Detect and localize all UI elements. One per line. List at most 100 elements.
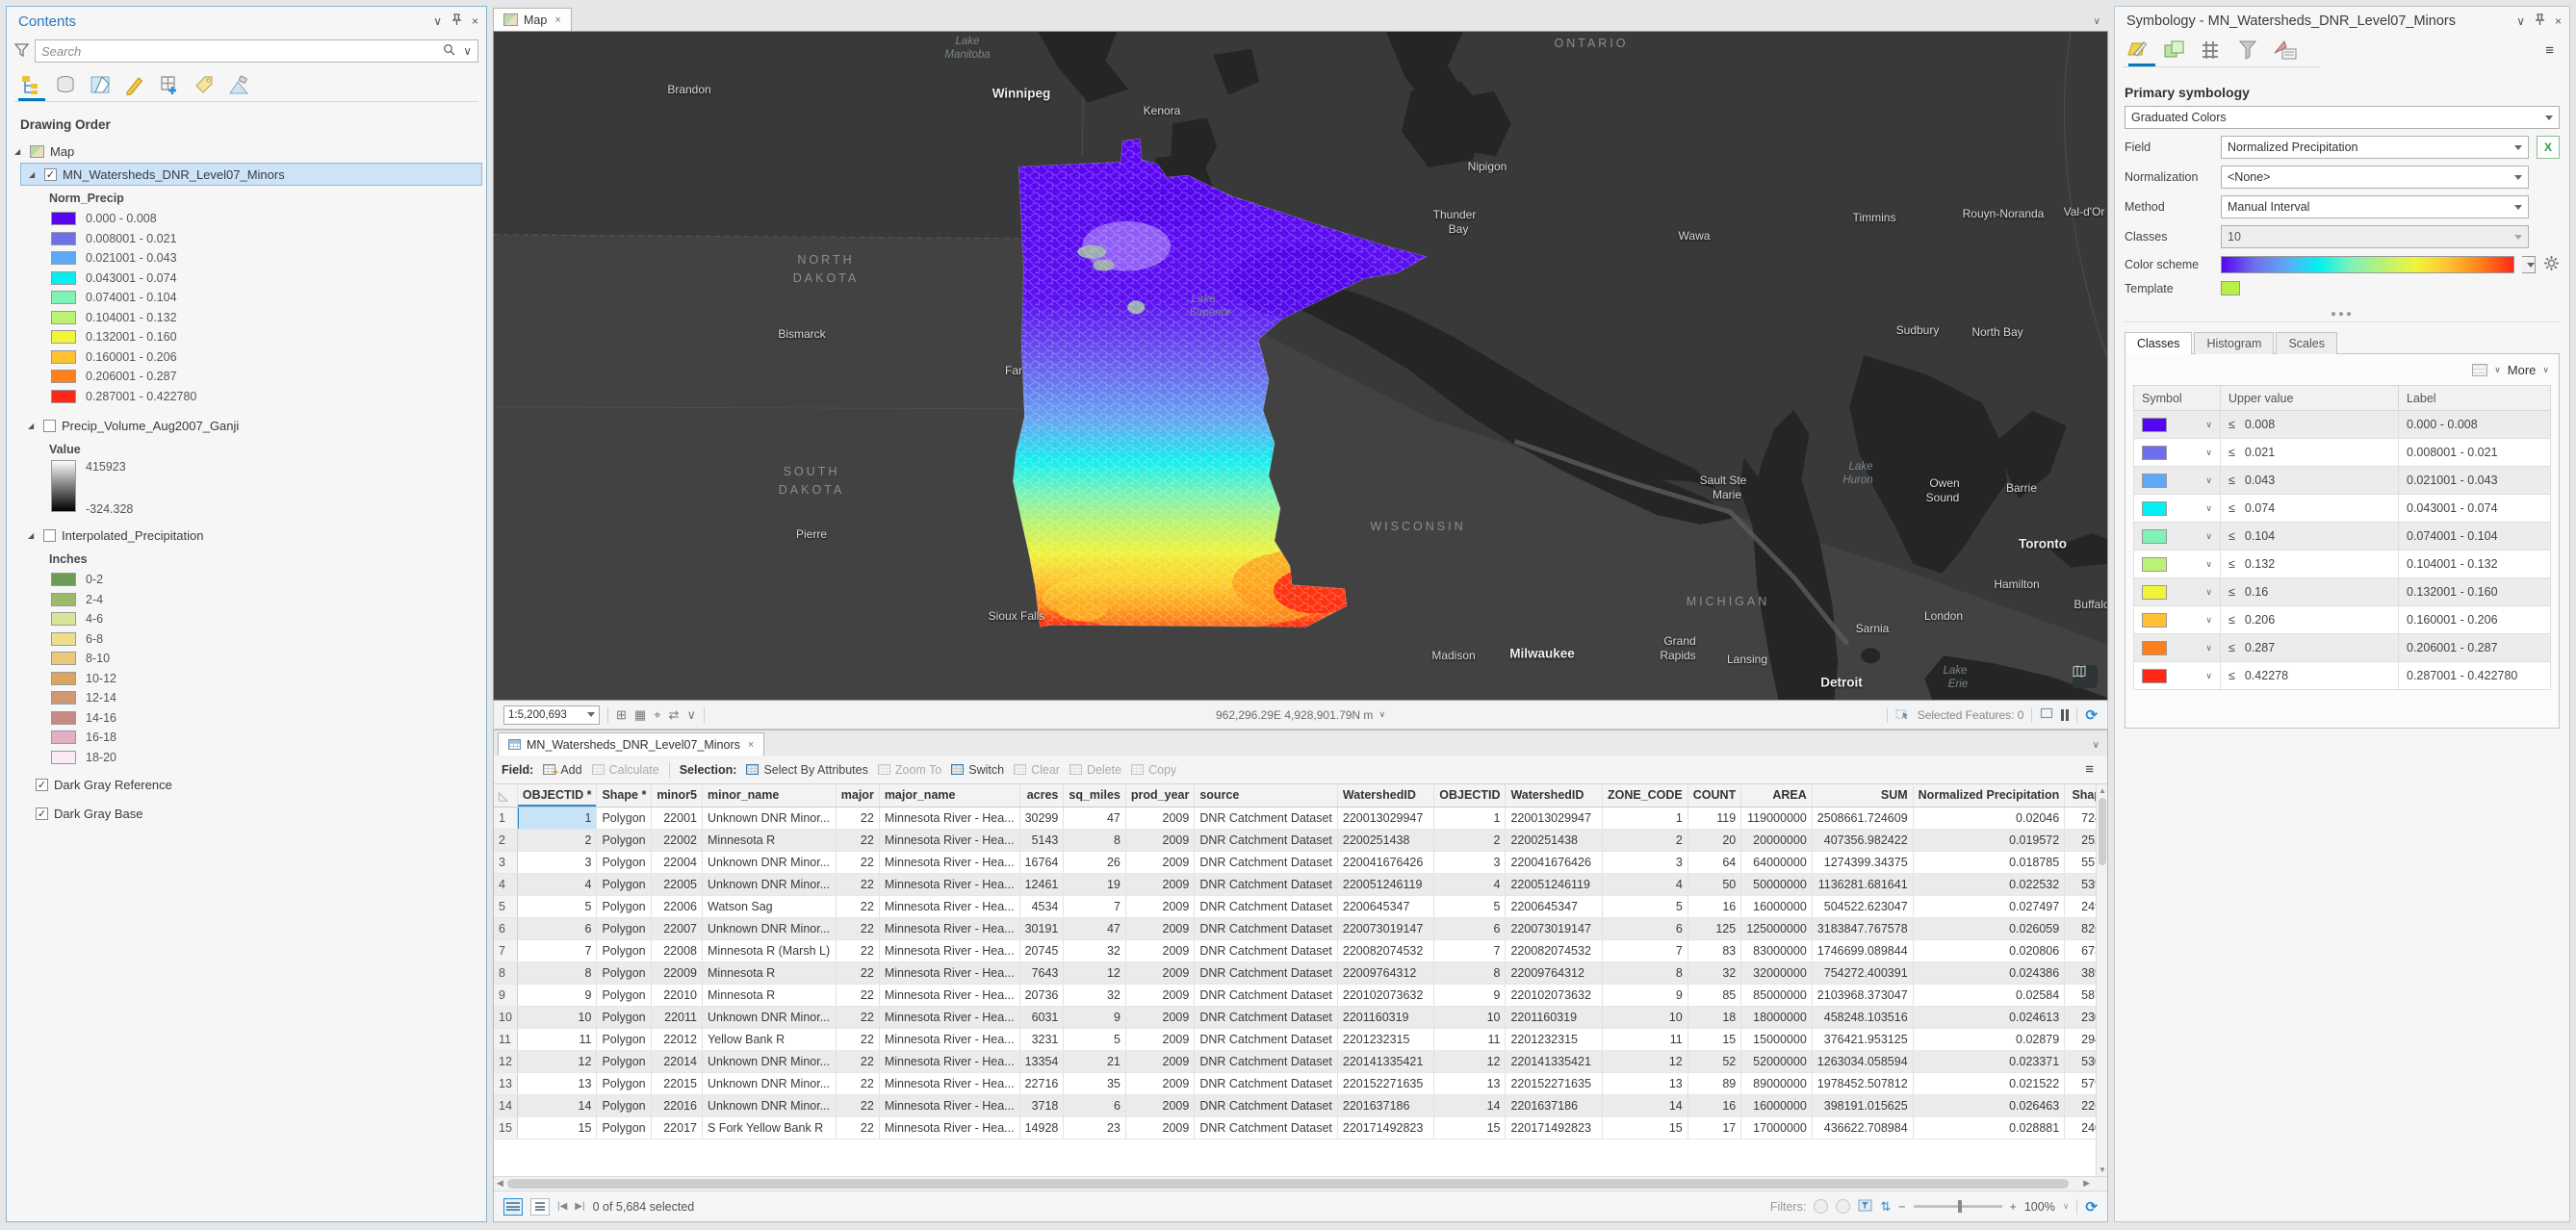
table-cell[interactable]: 20736 <box>1019 984 1065 1007</box>
map-scale-select[interactable]: 1:5,200,693 <box>503 705 600 725</box>
table-row[interactable]: 7 7 Polygon 22008 Minnesota R (Marsh L) 22 Min… <box>494 939 2107 962</box>
class-label-cell[interactable]: 0.043001 - 0.074 <box>2398 494 2551 523</box>
table-row[interactable]: 8 8 Polygon 22009 Minnesota R 22 Minnesota Riv… <box>494 961 2107 985</box>
table-cell[interactable]: Yellow Bank R <box>702 1028 837 1051</box>
table-cell[interactable]: Unknown DNR Minor... <box>702 807 837 830</box>
color-scheme-dropdown[interactable] <box>2522 256 2536 273</box>
row-number-cell[interactable]: 11 <box>494 1028 518 1051</box>
table-cell[interactable]: 12 <box>1602 1050 1688 1073</box>
table-cell[interactable]: 2009 <box>1125 873 1196 896</box>
table-cell[interactable]: 398191.015625 <box>1812 1094 1914 1117</box>
table-cell[interactable]: 15 <box>517 1116 598 1140</box>
symbol-cell[interactable]: ∨ <box>2133 577 2221 606</box>
table-cell[interactable]: Minnesota River - Hea... <box>879 1116 1020 1140</box>
table-cell[interactable]: 22016 <box>651 1094 703 1117</box>
table-cell[interactable]: 8 <box>517 961 598 985</box>
column-header[interactable]: major_name <box>879 784 1020 807</box>
delete-selection-button[interactable]: Delete <box>1069 763 1121 777</box>
symbology-menu-icon[interactable]: ≡ <box>2545 42 2560 59</box>
scroll-left-icon[interactable]: ◀ <box>497 1178 503 1189</box>
table-cell[interactable]: 3718 <box>1019 1094 1065 1117</box>
tree-item-precip-volume-layer[interactable]: ◢ Precip_Volume_Aug2007_Ganji <box>20 414 486 437</box>
table-cell[interactable]: 5 <box>1063 1028 1126 1051</box>
table-cell[interactable]: DNR Catchment Dataset <box>1194 984 1338 1007</box>
classes-column-header[interactable]: Upper value <box>2220 385 2399 411</box>
table-cell[interactable]: 220141335421 <box>1505 1050 1603 1073</box>
expander-icon[interactable]: ◢ <box>14 147 24 156</box>
upper-value-cell[interactable]: ≤0.104 <box>2220 522 2399 551</box>
table-cell[interactable]: DNR Catchment Dataset <box>1194 1116 1338 1140</box>
table-cell[interactable]: 14928 <box>1019 1116 1065 1140</box>
table-cell[interactable]: Minnesota River - Hea... <box>879 917 1020 940</box>
table-cell[interactable]: 2009 <box>1125 984 1196 1007</box>
navigate-icon[interactable]: ⇄ <box>669 707 680 723</box>
expression-builder-button[interactable]: X <box>2537 136 2560 159</box>
select-by-attributes-button[interactable]: Select By Attributes <box>746 763 868 777</box>
table-menu-icon[interactable]: ≡ <box>2085 761 2099 778</box>
table-cell[interactable]: 1 <box>1602 807 1688 830</box>
table-cell[interactable]: 22 <box>836 829 880 852</box>
zoom-chevron-icon[interactable]: ∨ <box>2063 1201 2070 1212</box>
table-cell[interactable]: 19 <box>1063 873 1126 896</box>
table-cell[interactable]: 2009 <box>1125 1116 1196 1140</box>
table-cell[interactable]: 12 <box>1433 1050 1507 1073</box>
table-cell[interactable]: 220171492823 <box>1505 1116 1603 1140</box>
table-cell[interactable]: 220041676426 <box>1337 851 1435 874</box>
table-cell[interactable]: 30299 <box>1019 807 1065 830</box>
table-cell[interactable]: 32 <box>1063 984 1126 1007</box>
table-cell[interactable]: 22015 <box>651 1072 703 1095</box>
table-cell[interactable]: 14 <box>1433 1094 1507 1117</box>
table-cell[interactable]: 504522.623047 <box>1812 895 1914 918</box>
column-header[interactable]: WatershedID <box>1337 784 1435 807</box>
tab-scales[interactable]: Scales <box>2276 332 2337 354</box>
legend-item[interactable]: 12-14 <box>7 688 486 708</box>
table-cell[interactable]: 220141335421 <box>1337 1050 1435 1073</box>
table-cell[interactable]: 13 <box>1602 1072 1688 1095</box>
table-cell[interactable]: Polygon <box>596 829 653 852</box>
table-cell[interactable]: 22004 <box>651 851 703 874</box>
table-cell[interactable]: 12 <box>1063 961 1126 985</box>
table-cell[interactable]: 6031 <box>1019 1006 1065 1029</box>
row-number-cell[interactable]: 7 <box>494 939 518 962</box>
legend-item[interactable]: 0.160001 - 0.206 <box>7 347 486 368</box>
table-cell[interactable]: 22001 <box>651 807 703 830</box>
table-cell[interactable]: 52 <box>1687 1050 1742 1073</box>
upper-value-cell[interactable]: ≤0.074 <box>2220 494 2399 523</box>
vary-symbology-icon[interactable] <box>2163 39 2184 61</box>
table-cell[interactable]: 3 <box>1433 851 1507 874</box>
table-cell[interactable]: 11 <box>1602 1028 1688 1051</box>
classes-row[interactable]: ∨ ≤0.074 0.043001 - 0.074 <box>2133 494 2551 523</box>
column-header[interactable]: ZONE_CODE <box>1602 784 1688 807</box>
symbol-chevron-icon[interactable]: ∨ <box>2205 420 2212 430</box>
add-bookmark-icon[interactable]: ⊞ <box>616 707 627 723</box>
close-icon[interactable]: × <box>748 739 754 751</box>
table-cell[interactable]: 89000000 <box>1740 1072 1813 1095</box>
table-cell[interactable]: 8 <box>1063 829 1126 852</box>
table-row[interactable]: 3 3 Polygon 22004 Unknown DNR Minor... 22 Minn… <box>494 851 2107 874</box>
table-row[interactable]: 11 11 Polygon 22012 Yellow Bank R 22 Minnesota… <box>494 1028 2107 1051</box>
table-row[interactable]: 1 1 Polygon 22001 Unknown DNR Minor... 22 Minn… <box>494 807 2107 830</box>
symbol-cell[interactable]: ∨ <box>2133 410 2221 439</box>
tab-map[interactable]: Map × <box>493 8 572 31</box>
table-cell[interactable]: Polygon <box>596 1006 653 1029</box>
table-cell[interactable]: 15 <box>1602 1116 1688 1140</box>
table-cell[interactable]: 119000000 <box>1740 807 1813 830</box>
list-by-drawing-order-icon[interactable] <box>20 74 41 95</box>
layer-visibility-checkbox[interactable]: ✓ <box>36 807 48 820</box>
legend-item[interactable]: 6-8 <box>7 629 486 650</box>
table-row[interactable]: 14 14 Polygon 22016 Unknown DNR Minor... 22 Mi… <box>494 1094 2107 1117</box>
table-cell[interactable]: 9 <box>1063 1006 1126 1029</box>
primary-symbology-icon[interactable] <box>2126 39 2148 61</box>
table-row[interactable]: 13 13 Polygon 22015 Unknown DNR Minor... 22 Mi… <box>494 1072 2107 1095</box>
table-cell[interactable]: 15000000 <box>1740 1028 1813 1051</box>
scroll-right-icon[interactable]: ▶ <box>2083 1178 2090 1189</box>
table-cell[interactable]: 7 <box>1602 939 1688 962</box>
table-cell[interactable]: 0.021522 <box>1913 1072 2066 1095</box>
table-cell[interactable]: 5 <box>1602 895 1688 918</box>
annotation-symbology-icon[interactable] <box>2273 39 2297 61</box>
table-cell[interactable]: DNR Catchment Dataset <box>1194 1094 1338 1117</box>
table-cell[interactable]: 2009 <box>1125 917 1196 940</box>
table-cell[interactable]: Minnesota River - Hea... <box>879 1094 1020 1117</box>
table-cell[interactable]: 22014 <box>651 1050 703 1073</box>
open-table-icon[interactable]: ▦ <box>634 707 646 723</box>
